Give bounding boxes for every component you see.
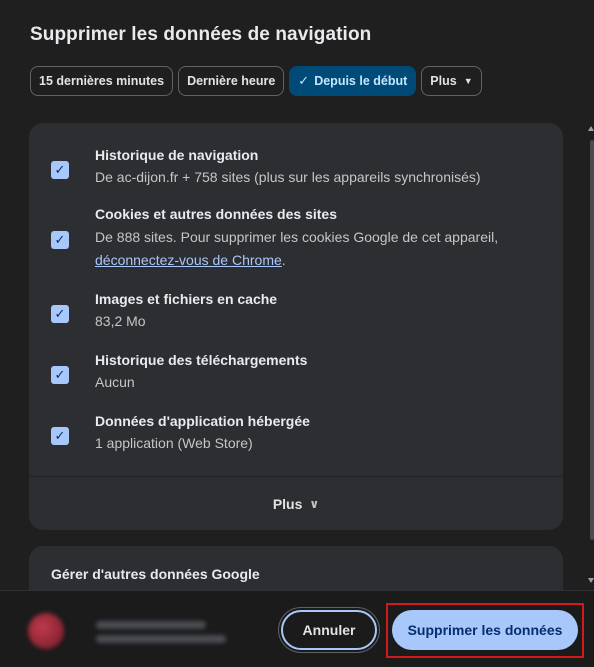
google-section-title: Gérer d'autres données Google — [51, 566, 260, 582]
account-info — [28, 611, 248, 651]
chip-label: Depuis le début — [314, 74, 408, 88]
dialog-footer: Annuler Supprimer les données — [0, 590, 594, 667]
cancel-button[interactable]: Annuler — [281, 610, 377, 650]
google-data-panel[interactable]: Gérer d'autres données Google — [29, 546, 563, 590]
sign-out-chrome-link[interactable]: déconnectez-vous de Chrome — [95, 252, 282, 268]
item-subtitle-link-line: déconnectez-vous de Chrome. — [95, 250, 286, 271]
item-subtitle: Aucun — [95, 374, 135, 390]
checkbox-cached-images[interactable]: ✓ — [51, 305, 69, 323]
chip-15-minutes[interactable]: 15 dernières minutes — [30, 66, 174, 96]
delete-data-button[interactable]: Supprimer les données — [392, 610, 578, 650]
scroll-up-arrow-icon[interactable] — [588, 126, 594, 131]
chip-all-time[interactable]: ✓ Depuis le début — [289, 66, 417, 96]
chevron-down-icon: ∨ — [309, 496, 320, 511]
checkbox-cookies[interactable]: ✓ — [51, 231, 69, 249]
more-label: Plus — [272, 495, 303, 512]
checkbox-browsing-history[interactable]: ✓ — [51, 161, 69, 179]
chip-label: Plus — [430, 74, 457, 88]
dialog-scroll-area[interactable]: ✓ Historique de navigation De ac-dijon.f… — [0, 108, 594, 590]
chip-label: Dernière heure — [187, 74, 276, 88]
item-title: Images et fichiers en cache — [95, 291, 278, 307]
checkmark-icon: ✓ — [54, 306, 66, 321]
item-title: Données d'application hébergée — [95, 413, 310, 429]
checkbox-download-history[interactable]: ✓ — [51, 366, 69, 384]
item-title: Historique des téléchargements — [95, 352, 308, 368]
chip-more-dropdown[interactable]: Plus ▼ — [421, 66, 482, 96]
checkmark-icon: ✓ — [54, 232, 66, 247]
checkmark-icon: ✓ — [54, 162, 66, 177]
link-suffix: . — [281, 252, 286, 268]
time-range-chips: 15 dernières minutes Dernière heure ✓ De… — [30, 66, 482, 96]
checkmark-icon: ✓ — [54, 428, 66, 443]
account-email-redacted — [96, 635, 226, 643]
avatar — [28, 613, 64, 649]
more-options-button[interactable]: Plus ∨ — [29, 476, 563, 530]
scrollbar[interactable] — [590, 140, 594, 540]
chip-last-hour[interactable]: Dernière heure — [178, 66, 285, 96]
checkbox-hosted-app-data[interactable]: ✓ — [51, 427, 69, 445]
check-icon: ✓ — [298, 73, 310, 88]
chip-label: 15 dernières minutes — [39, 74, 165, 88]
checkmark-icon: ✓ — [54, 367, 66, 382]
item-subtitle: 1 application (Web Store) — [95, 435, 253, 451]
clear-browsing-data-dialog: Supprimer les données de navigation 15 d… — [0, 0, 594, 667]
item-subtitle: De ac-dijon.fr + 758 sites (plus sur les… — [95, 169, 481, 185]
data-types-panel: ✓ Historique de navigation De ac-dijon.f… — [29, 123, 563, 528]
item-title: Historique de navigation — [95, 147, 259, 163]
item-subtitle: De 888 sites. Pour supprimer les cookies… — [95, 229, 499, 245]
account-name-redacted — [96, 621, 206, 629]
item-title: Cookies et autres données des sites — [95, 206, 337, 222]
dropdown-arrow-icon: ▼ — [463, 76, 473, 86]
dialog-title: Supprimer les données de navigation — [30, 24, 372, 45]
item-subtitle: 83,2 Mo — [95, 313, 146, 329]
scroll-down-arrow-icon[interactable] — [588, 578, 594, 583]
